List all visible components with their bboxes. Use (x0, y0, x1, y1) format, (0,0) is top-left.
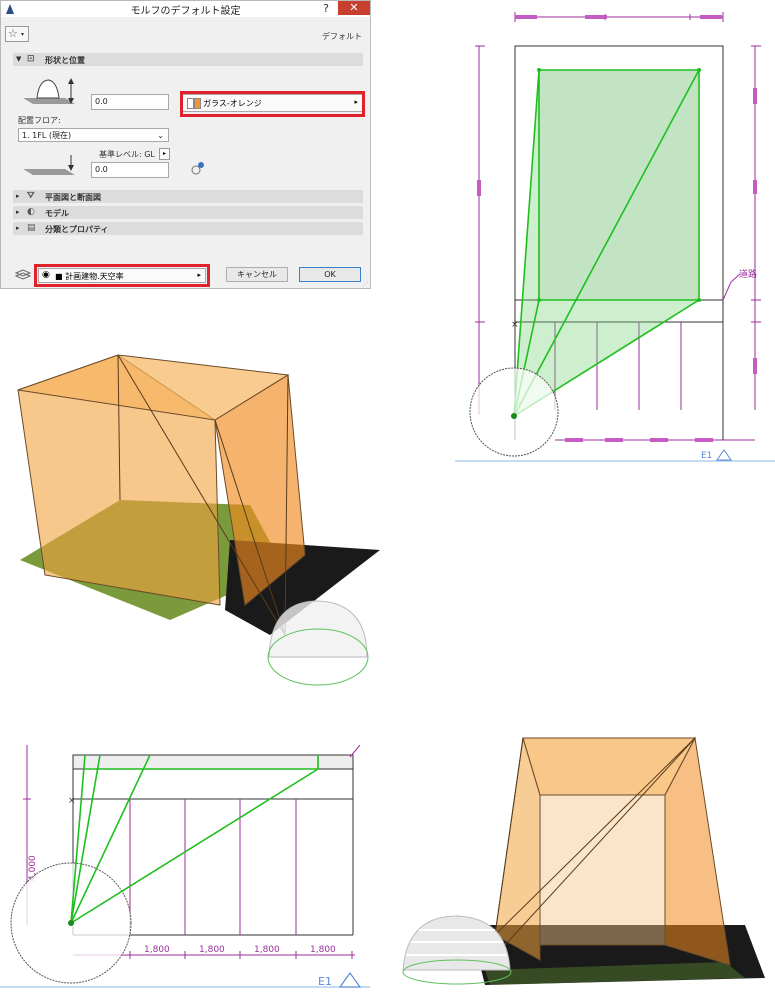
cross-marker: × (511, 320, 519, 330)
elevation-marker-icon (716, 449, 732, 461)
floor-plan-icon: ⛛ (27, 191, 35, 201)
title-bar: モルフのデフォルト設定 ? ✕ (1, 1, 370, 17)
material-highlight-box (180, 91, 365, 117)
detail-elevation-label: E1 (318, 975, 332, 988)
plan-view-detail: 4,000 1,800 1,800 1,800 1,800 × E1 (0, 745, 370, 988)
detail-partitions (129, 799, 297, 935)
section-shape-position[interactable]: ▼ ⊡ 形状と位置 (13, 53, 363, 66)
section-model[interactable]: ▸ ◐ モデル (13, 206, 363, 219)
detail-dim-3: 1,800 (254, 945, 280, 955)
elevation-icon (23, 155, 75, 175)
detail-cross-marker: × (68, 796, 76, 806)
model-icon: ◐ (27, 207, 35, 217)
section-classification[interactable]: ▸ ▤ 分類とプロパティ (13, 222, 363, 235)
detail-building-band (72, 754, 354, 770)
reference-level-label: 基準レベル: GL (99, 150, 155, 159)
expand-triangle-icon: ▼ (16, 55, 22, 63)
shape-position-icon: ⊡ (27, 54, 35, 64)
road-label-leader (722, 273, 741, 301)
link-toggle-icon[interactable] (191, 161, 205, 175)
section-label: 形状と位置 (45, 56, 85, 65)
dialog-title: モルフのデフォルト設定 (130, 6, 241, 17)
close-button[interactable]: ✕ (338, 1, 370, 15)
collapse-triangle-icon: ▸ (16, 208, 20, 216)
reference-level-arrow-button[interactable]: ▸ (159, 148, 170, 160)
detail-dim-2: 1,800 (199, 945, 225, 955)
collapse-triangle-icon: ▸ (16, 224, 20, 232)
section-label: モデル (45, 209, 69, 218)
caret-down-icon: ▾ (21, 31, 25, 38)
plan-view-top: × E1 道路 (455, 12, 775, 462)
elevation-input[interactable]: 0.0 (91, 162, 169, 178)
elevation-marker-label: E1 (701, 451, 712, 461)
floor-select[interactable]: 1. 1FL (現在) ⌄ (18, 128, 169, 142)
favorites-button[interactable]: ☆ ▾ (5, 26, 29, 42)
layer-highlight-box (34, 264, 210, 287)
road-label: 道路 (739, 268, 757, 280)
perspective-view-1 (17, 354, 380, 686)
floor-label: 配置フロア: (18, 116, 61, 125)
detail-dim-1: 1,800 (144, 945, 170, 955)
v2-morph-inner-box (539, 794, 666, 946)
default-label: デフォルト (322, 32, 362, 41)
ok-button[interactable]: OK (299, 267, 361, 282)
detail-elevation-icon (338, 971, 362, 988)
star-icon: ☆ (8, 27, 18, 40)
cancel-button[interactable]: キャンセル (226, 267, 288, 282)
section-plan-section[interactable]: ▸ ⛛ 平面図と断面図 (13, 190, 363, 203)
detail-dim-4: 1,800 (310, 945, 336, 955)
chevron-down-icon: ⌄ (157, 131, 164, 140)
help-button[interactable]: ? (319, 2, 333, 16)
layers-icon (14, 269, 32, 280)
section-label: 分類とプロパティ (45, 225, 109, 234)
properties-icon: ▤ (27, 223, 36, 233)
collapse-triangle-icon: ▸ (16, 192, 20, 200)
detail-measure-point (68, 920, 74, 926)
section-label: 平面図と断面図 (45, 193, 101, 202)
resize-grip-icon[interactable]: ⋰ (362, 281, 368, 288)
sky-dome-circle (469, 367, 559, 457)
morph-shape-icon (23, 78, 75, 104)
height-input[interactable]: 0.0 (91, 94, 169, 110)
floor-value: 1. 1FL (現在) (22, 131, 72, 140)
measure-point (511, 413, 517, 419)
perspective-view-2 (402, 736, 765, 985)
morph-default-settings-dialog: モルフのデフォルト設定 ? ✕ ☆ ▾ デフォルト ▼ ⊡ 形状と位置 0.0 … (0, 0, 371, 289)
